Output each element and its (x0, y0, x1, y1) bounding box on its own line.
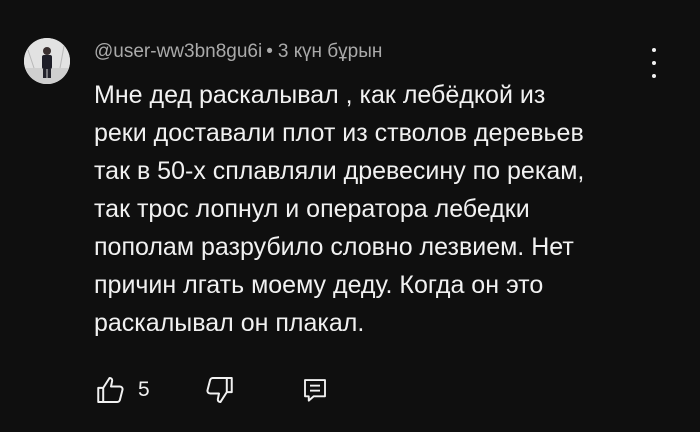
comment-text-line: причин лгать моему деду. Когда он это (94, 271, 544, 299)
reply-comment-icon (304, 379, 326, 402)
comment-text-line: Мне дед раскалывал , как лебёдкой из (94, 81, 546, 109)
thumbs-up-icon (97, 376, 124, 404)
comment-text-line: раскалывал он плакал. (94, 309, 365, 337)
like-button[interactable]: 5 (94, 373, 150, 407)
comment-text-line: так трос лопнул и оператора лебедки (94, 195, 530, 223)
comment-text-line: пополам разрубило словно лезвием. Нет (94, 233, 574, 261)
like-count: 5 (138, 378, 150, 401)
comment: @user-ww3bn8gu6i • 3 күн бұрын Мне дед рас… (0, 0, 700, 432)
comment-text: Мне дед раскалывал , как лебёдкой из рек… (94, 76, 654, 342)
comment-meta: @user-ww3bn8gu6i • 3 күн бұрын (94, 40, 382, 64)
comment-text-line: реки доставали плот из стволов деревьев (94, 119, 584, 147)
comment-actions: 5 (94, 373, 394, 407)
author-name[interactable]: @user-ww3bn8gu6i (94, 41, 262, 62)
thumbs-down-icon (206, 376, 233, 404)
avatar[interactable] (24, 38, 70, 84)
dislike-button[interactable] (202, 373, 236, 407)
avatar-photo-icon (24, 38, 70, 84)
reply-button[interactable] (300, 373, 330, 407)
more-vertical-icon[interactable] (642, 48, 666, 78)
meta-separator: • (266, 41, 273, 62)
comment-timestamp[interactable]: 3 күн бұрын (278, 41, 383, 62)
comment-text-line: так в 50-х сплавляли древесину по рекам, (94, 157, 585, 185)
